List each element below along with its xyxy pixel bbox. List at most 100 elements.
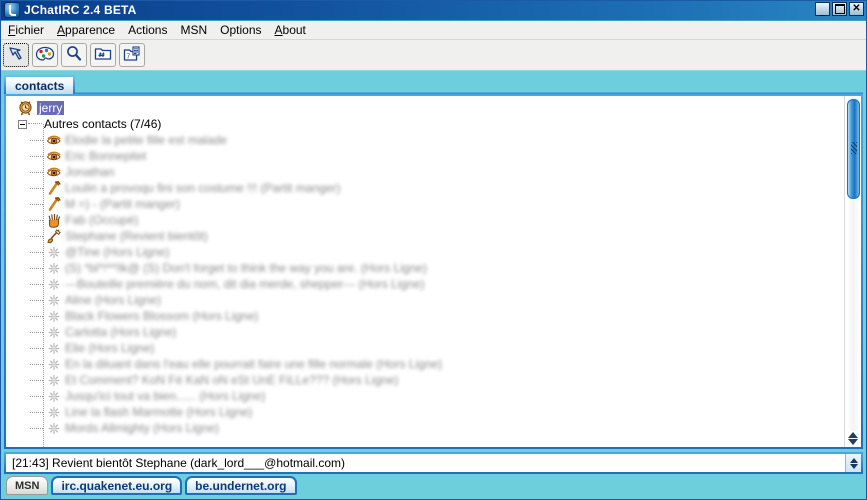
tree-row-contact[interactable]: Loulin a provoqu fini son costume !!! (P… xyxy=(6,180,844,196)
status-spinner[interactable] xyxy=(845,454,861,472)
palette-icon xyxy=(35,46,55,65)
contact-label: Carlotta (Hors Ligne) xyxy=(65,325,177,339)
menu-item-msn[interactable]: MSN xyxy=(176,22,216,38)
toolbar: 7 xyxy=(0,40,867,71)
tree-row-contact[interactable]: Elodie la petite fille est malade xyxy=(6,132,844,148)
offline-star-icon xyxy=(46,261,62,276)
main-body: contacts jerry Autres contacts (7/46) El… xyxy=(0,71,867,500)
tree-row-contact[interactable]: Line la flash Marmotte (Hors Ligne) xyxy=(6,404,844,420)
contact-label: Fab (Occupé) xyxy=(65,213,139,227)
server-tab-label: be.undernet.org xyxy=(195,478,287,493)
tree-row-contact[interactable]: Stephane (Revient bientôt) xyxy=(6,228,844,244)
tree-connector xyxy=(30,244,46,260)
tree-row-contact[interactable]: ---Bouteille première du nom, dit dia me… xyxy=(6,276,844,292)
spinner-down-icon[interactable] xyxy=(849,463,858,469)
offline-star-icon xyxy=(46,277,62,292)
channel-folder-icon xyxy=(94,46,112,64)
tree-connector xyxy=(30,388,46,404)
tab-label: contacts xyxy=(15,78,65,93)
contact-label: Aline (Hors Ligne) xyxy=(65,293,162,307)
palette-button[interactable] xyxy=(32,43,58,67)
scrollbar-arrows xyxy=(846,432,860,447)
tree-row-contact[interactable]: M =) - (Partit manger) xyxy=(6,196,844,212)
tree-connector xyxy=(30,404,46,420)
contact-label: Line la flash Marmotte (Hors Ligne) xyxy=(65,405,253,419)
spinner-up-icon[interactable] xyxy=(849,457,858,463)
lightning-cursor-button[interactable] xyxy=(3,43,29,67)
search-button[interactable] xyxy=(61,43,87,67)
tree-connector xyxy=(30,308,46,324)
menu-mnemonic: M xyxy=(180,23,191,37)
scroll-up-icon[interactable] xyxy=(848,432,858,438)
maximize-button[interactable] xyxy=(832,2,847,16)
tree-connector xyxy=(30,212,46,228)
contacts-folder-button[interactable]: 7 xyxy=(119,43,145,67)
tree-row-contact[interactable]: (S) *bl*!**!lk@ (S) Don't forget to thin… xyxy=(6,260,844,276)
tree-row-self[interactable]: jerry xyxy=(6,100,844,116)
tree-row-contact[interactable]: Black Flowers Blossom (Hors Ligne) xyxy=(6,308,844,324)
menu-item-actions[interactable]: Actions xyxy=(124,22,176,38)
tree-row-contact[interactable]: Elie (Hors Ligne) xyxy=(6,340,844,356)
tree-self-label: jerry xyxy=(37,101,65,115)
eye-icon xyxy=(46,165,62,180)
offline-star-icon xyxy=(46,373,62,388)
menu-item-apparence[interactable]: Apparence xyxy=(53,22,124,38)
status-combo-bar[interactable]: [21:43] Revient bientôt Stephane (dark_l… xyxy=(4,452,863,474)
channel-folder-button[interactable] xyxy=(90,43,116,67)
tree-connector xyxy=(30,420,46,436)
tree-row-contact[interactable]: Fab (Occupé) xyxy=(6,212,844,228)
offline-star-icon xyxy=(46,341,62,356)
tree-row-contact[interactable]: En la diluant dans l'eau elle pourrait f… xyxy=(6,356,844,372)
tree-connector xyxy=(30,340,46,356)
tree-connector xyxy=(30,356,46,372)
server-tab-irc-quakenet-eu-org[interactable]: irc.quakenet.eu.org xyxy=(51,476,183,495)
tree-row-group[interactable]: Autres contacts (7/46) xyxy=(6,116,844,132)
tree-row-contact[interactable]: Eric Bonnepitet xyxy=(6,148,844,164)
menu-item-options[interactable]: Options xyxy=(216,22,270,38)
tree-connector xyxy=(30,164,46,180)
hand-icon xyxy=(46,213,62,228)
contact-label: (S) *bl*!**!lk@ (S) Don't forget to thin… xyxy=(65,261,427,275)
contact-label: M =) - (Partit manger) xyxy=(65,197,181,211)
maximize-icon xyxy=(834,4,845,14)
group-collapse-toggle[interactable] xyxy=(18,119,27,129)
menu-label: SN xyxy=(190,23,208,37)
server-tab-be-undernet-org[interactable]: be.undernet.org xyxy=(185,476,297,495)
minimize-button[interactable]: _ xyxy=(815,2,830,16)
menu-label: ctions xyxy=(136,23,168,37)
offline-star-icon xyxy=(46,357,62,372)
contacts-tree-pane: jerry Autres contacts (7/46) Elodie la p… xyxy=(4,94,863,449)
search-magnifier-icon xyxy=(65,45,83,65)
tree-row-contact[interactable]: Jusqu'ici tout va bien...... (Hors Ligne… xyxy=(6,388,844,404)
fork-icon xyxy=(46,196,62,212)
tree-row-contact[interactable]: Mords Allmighty (Hors Ligne) xyxy=(6,420,844,436)
menu-item-fichier[interactable]: Fichier xyxy=(4,22,53,38)
server-tab-label: MSN xyxy=(15,479,40,492)
scrollbar-thumb[interactable] xyxy=(846,99,860,199)
contact-list: Elodie la petite fille est malade Eric Bo… xyxy=(6,132,844,436)
contacts-tree[interactable]: jerry Autres contacts (7/46) Elodie la p… xyxy=(6,96,844,447)
contact-label: Loulin a provoqu fini son costume !!! (P… xyxy=(65,181,341,195)
close-button[interactable]: ✕ xyxy=(849,2,864,16)
tree-row-contact[interactable]: Et Comment? KoN Fé KaN oN eSt UnE FiLLe?… xyxy=(6,372,844,388)
menu-item-about[interactable]: About xyxy=(271,22,315,38)
scrollbar-track[interactable] xyxy=(846,97,860,431)
menu-mnemonic: A xyxy=(57,23,66,37)
tree-vertical-scrollbar[interactable] xyxy=(844,96,861,447)
tree-row-contact[interactable]: Carlotta (Hors Ligne) xyxy=(6,324,844,340)
contact-label: ---Bouteille première du nom, dit dia me… xyxy=(65,277,425,291)
tree-row-contact[interactable]: Aline (Hors Ligne) xyxy=(6,292,844,308)
menu-label: ichier xyxy=(15,23,45,37)
tree-connector xyxy=(30,372,46,388)
contact-label: Stephane (Revient bientôt) xyxy=(65,229,208,243)
menu-label: ptions xyxy=(229,23,262,37)
tree-connector xyxy=(30,228,46,244)
offline-star-icon xyxy=(46,421,62,436)
tree-row-contact[interactable]: Jonathan xyxy=(6,164,844,180)
scroll-down-icon[interactable] xyxy=(848,439,858,445)
server-tab-msn[interactable]: MSN xyxy=(6,476,49,495)
tab-contacts[interactable]: contacts xyxy=(4,75,76,94)
offline-star-icon xyxy=(46,293,62,308)
menu-label: bout xyxy=(282,23,306,37)
tree-row-contact[interactable]: @Tine (Hors Ligne) xyxy=(6,244,844,260)
